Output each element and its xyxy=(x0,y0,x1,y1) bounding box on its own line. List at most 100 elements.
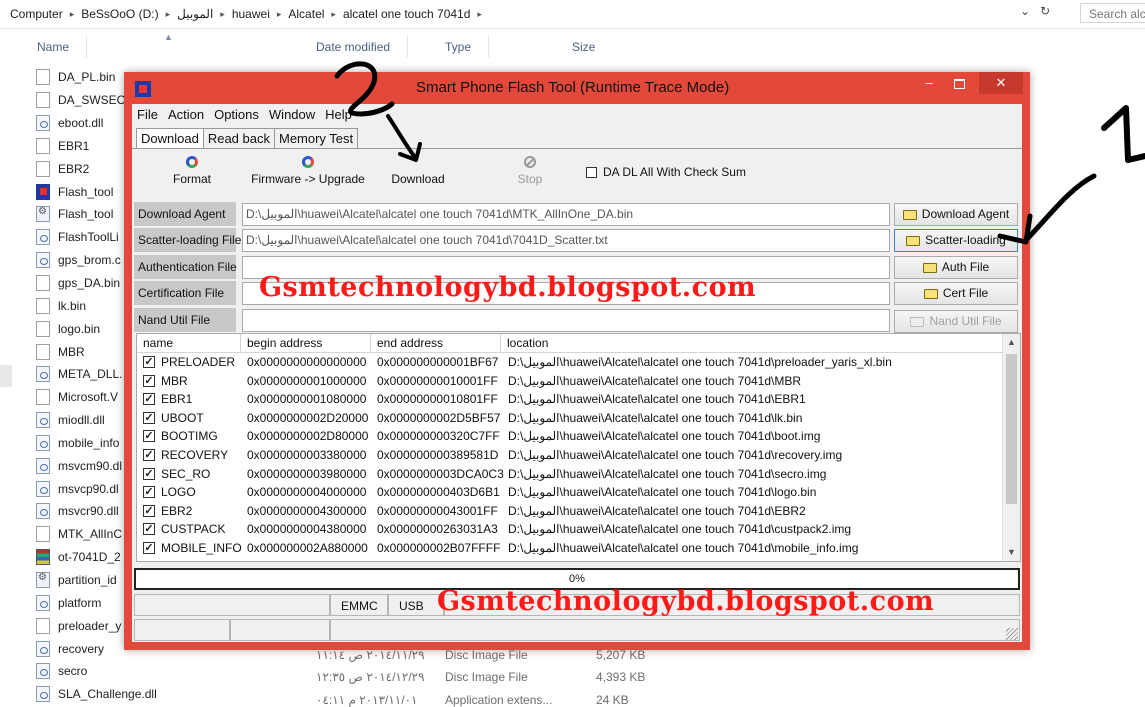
file-list-item[interactable]: ot-7041D_2 xyxy=(36,546,136,569)
file-list-item[interactable]: logo.bin xyxy=(36,317,136,340)
file-list-item[interactable]: DA_SWSEC. xyxy=(36,89,136,112)
menu-help[interactable]: Help xyxy=(320,106,357,124)
file-list-item[interactable]: mobile_info xyxy=(36,432,136,455)
auth-file-button[interactable]: Auth File xyxy=(894,256,1018,279)
cert-file-button[interactable]: Cert File xyxy=(894,282,1018,305)
download-button[interactable]: Download xyxy=(386,156,450,196)
vertical-scrollbar[interactable]: ▲ ▼ xyxy=(1002,334,1020,561)
table-row[interactable]: ✓ EBR2 0x0000000004300000 0x00000000043001F… xyxy=(137,502,1003,521)
file-list-item[interactable]: platform xyxy=(36,591,136,614)
row-checkbox[interactable]: ✓ xyxy=(143,523,155,536)
file-list-item[interactable]: secro xyxy=(36,660,136,683)
stop-button[interactable]: Stop xyxy=(510,156,550,196)
column-header-name[interactable]: Name xyxy=(37,36,88,58)
column-header-size[interactable]: Size xyxy=(572,40,595,54)
file-list-item[interactable]: eboot.dll xyxy=(36,112,136,135)
download-agent-field[interactable]: D:\الموبيل\huawei\Alcatel\alcatel one to… xyxy=(242,203,890,226)
file-list-item[interactable]: EBR2 xyxy=(36,157,136,180)
breadcrumb-separator-icon[interactable]: ▸ xyxy=(274,9,285,20)
table-row[interactable]: ✓ SEC_RO 0x0000000003980000 0x0000000003DCA… xyxy=(137,465,1003,484)
row-checkbox[interactable]: ✓ xyxy=(143,430,155,443)
file-list-item[interactable]: Flash_tool xyxy=(36,203,136,226)
menu-action[interactable]: Action xyxy=(163,106,209,124)
file-list-item[interactable]: MBR xyxy=(36,340,136,363)
file-list-item[interactable]: SLA_Challenge.dll xyxy=(36,683,157,706)
scrollbar-thumb[interactable] xyxy=(1006,354,1017,504)
file-list-item[interactable]: msvcp90.dl xyxy=(36,477,136,500)
menu-options[interactable]: Options xyxy=(209,106,264,124)
breadcrumb-item[interactable]: alcatel one touch 7041d xyxy=(339,7,474,21)
column-name[interactable]: name xyxy=(137,334,241,352)
table-row[interactable]: ✓ EBR1 0x0000000001080000 0x00000000010801F… xyxy=(137,390,1003,409)
row-checkbox[interactable]: ✓ xyxy=(143,449,155,461)
download-agent-button[interactable]: Download Agent xyxy=(894,203,1018,226)
file-list-item[interactable]: MTK_AllInC xyxy=(36,523,136,546)
partition-table[interactable]: name begin address end address location … xyxy=(136,333,1021,562)
file-list-item[interactable]: Microsoft.V xyxy=(36,386,136,409)
file-list-item[interactable]: gps_brom.c xyxy=(36,249,136,272)
row-checkbox[interactable]: ✓ xyxy=(143,486,155,499)
nand-util-file-field[interactable] xyxy=(242,309,890,332)
tab-read-back[interactable]: Read back xyxy=(202,128,275,149)
scroll-down-icon[interactable]: ▼ xyxy=(1003,544,1020,561)
da-checksum-checkbox[interactable]: DA DL All With Check Sum xyxy=(586,165,746,179)
row-checkbox[interactable]: ✓ xyxy=(143,504,155,517)
menu-file[interactable]: File xyxy=(132,106,163,124)
search-input[interactable]: Search alc xyxy=(1080,3,1145,23)
nand-util-file-button[interactable]: Nand Util File xyxy=(894,310,1018,333)
table-row[interactable]: ✓ LOGO 0x0000000004000000 0x000000000403D6B… xyxy=(137,483,1003,502)
firmware-upgrade-button[interactable]: Firmware -> Upgrade xyxy=(248,156,368,196)
resize-grip-icon[interactable] xyxy=(1006,628,1018,640)
minimize-button[interactable]: – xyxy=(914,72,944,94)
file-list-item[interactable]: Flash_tool xyxy=(36,180,136,203)
row-checkbox[interactable]: ✓ xyxy=(143,393,155,406)
breadcrumb-separator-icon[interactable]: ▸ xyxy=(163,9,174,20)
file-list-item[interactable]: META_DLL. xyxy=(36,363,136,386)
scroll-up-icon[interactable]: ▲ xyxy=(1003,334,1020,351)
row-checkbox[interactable]: ✓ xyxy=(143,411,155,424)
file-list-item[interactable]: DA_PL.bin xyxy=(36,66,136,89)
breadcrumb-separator-icon[interactable]: ▸ xyxy=(328,9,339,20)
breadcrumb-item[interactable]: الموبيل xyxy=(173,7,217,21)
breadcrumb-separator-icon[interactable]: ▸ xyxy=(217,9,228,20)
table-row[interactable]: ✓ BOOTIMG 0x0000000002D80000 0x000000000320… xyxy=(137,427,1003,446)
breadcrumb-separator-icon[interactable]: ▸ xyxy=(474,9,485,20)
breadcrumb-separator-icon[interactable]: ▸ xyxy=(67,9,78,20)
refresh-icon[interactable]: ↻ xyxy=(1040,4,1050,18)
table-row[interactable]: ✓ CUSTPACK 0x0000000004380000 0x00000000263… xyxy=(137,520,1003,539)
file-list-item[interactable]: lk.bin xyxy=(36,294,136,317)
close-button[interactable]: ✕ xyxy=(979,72,1023,94)
breadcrumb-item[interactable]: huawei xyxy=(228,7,274,21)
tab-memory-test[interactable]: Memory Test xyxy=(273,128,359,149)
scatter-loading-field[interactable]: D:\الموبيل\huawei\Alcatel\alcatel one to… xyxy=(242,229,890,252)
title-bar[interactable]: Smart Phone Flash Tool (Runtime Trace Mo… xyxy=(124,72,1030,104)
table-row[interactable]: ✓ MOBILE_INFO 0x000000002A880000 0x00000000… xyxy=(137,539,1003,558)
file-list-item[interactable]: FlashToolLi xyxy=(36,226,136,249)
file-list-item[interactable]: recovery xyxy=(36,637,136,660)
scatter-loading-button[interactable]: Scatter-loading xyxy=(894,229,1018,252)
breadcrumb-item[interactable]: BeSsOoO (D:) xyxy=(77,7,162,21)
table-row[interactable]: ✓ UBOOT 0x0000000002D20000 0x0000000002D5BF… xyxy=(137,409,1003,428)
row-checkbox[interactable]: ✓ xyxy=(143,356,155,368)
file-list-item[interactable]: gps_DA.bin xyxy=(36,272,136,295)
file-list-item[interactable]: partition_id xyxy=(36,569,136,592)
column-header-date[interactable]: Date modified xyxy=(316,36,409,58)
row-checkbox[interactable]: ✓ xyxy=(143,374,155,387)
chevron-down-icon[interactable]: ⌄ xyxy=(1020,4,1030,18)
format-button[interactable]: Format xyxy=(162,156,222,196)
column-header-type[interactable]: Type xyxy=(445,36,490,58)
maximize-button[interactable] xyxy=(944,72,974,94)
column-end-address[interactable]: end address xyxy=(371,334,501,352)
tab-download[interactable]: Download xyxy=(136,128,204,149)
file-list-item[interactable]: msvcr90.dll xyxy=(36,500,136,523)
menu-window[interactable]: Window xyxy=(264,106,320,124)
file-list-item[interactable]: msvcm90.dl xyxy=(36,454,136,477)
breadcrumb-item[interactable]: Alcatel xyxy=(284,7,328,21)
row-checkbox[interactable]: ✓ xyxy=(143,542,155,554)
table-row[interactable]: ✓ RECOVERY 0x0000000003380000 0x00000000038… xyxy=(137,446,1003,465)
column-begin-address[interactable]: begin address xyxy=(241,334,371,352)
row-checkbox[interactable]: ✓ xyxy=(143,467,155,480)
table-row[interactable]: ✓ PRELOADER 0x0000000000000000 0x0000000000… xyxy=(137,353,1003,372)
column-location[interactable]: location xyxy=(501,334,1003,352)
address-bar[interactable]: Computer ▸ BeSsOoO (D:) ▸ الموبيل ▸ huawei ▸ Alc… xyxy=(0,0,1145,29)
